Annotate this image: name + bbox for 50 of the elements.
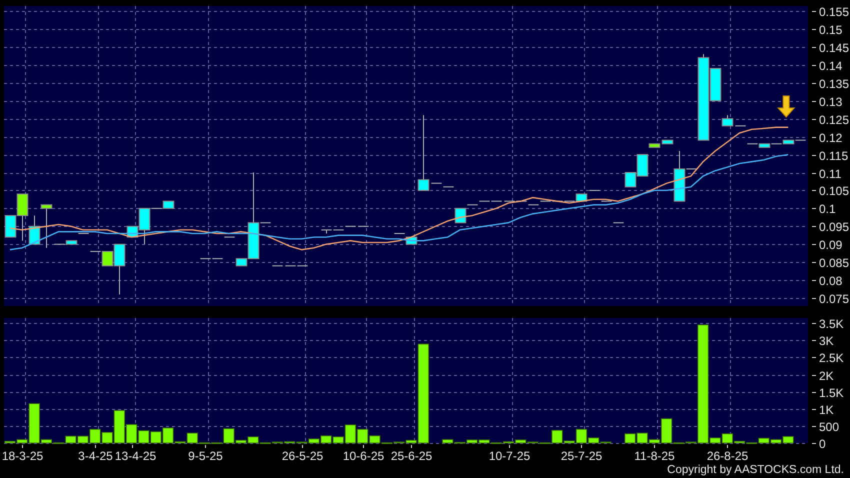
candlestick [78, 233, 90, 234]
candlestick [466, 204, 478, 206]
date-label: 25-7-25 [560, 449, 602, 462]
axis-label: 0.12 [819, 131, 842, 145]
axis-label: 0.085 [819, 256, 850, 270]
axis-label: 0.095 [819, 220, 850, 234]
arrow-down-icon [777, 96, 796, 118]
axis-label: 0.08 [819, 274, 842, 288]
axis-label: 3.5K [819, 317, 844, 331]
date-label: 13-4-25 [114, 449, 156, 462]
date-label: 3-4-25 [78, 449, 113, 462]
date-label: 11-8-25 [634, 449, 675, 462]
date-label: 26-8-25 [706, 449, 748, 462]
date-label: 10-6-25 [342, 449, 384, 462]
axis-label: 0.14 [819, 59, 842, 73]
candlestick [454, 208, 466, 224]
date-label: 10-7-25 [488, 449, 530, 462]
candlestick [612, 222, 624, 224]
date-label: 9-5-25 [188, 449, 223, 462]
candlestick [588, 190, 600, 191]
axis-label: 2.5K [819, 351, 844, 365]
axis-label: 0.105 [819, 184, 850, 198]
axis-label: 1K [819, 403, 834, 417]
candlestick [528, 204, 540, 206]
candlestick [442, 186, 454, 188]
date-label: 18-3-25 [2, 449, 44, 462]
volume-bar [150, 431, 162, 444]
axis-label: 0.115 [819, 149, 848, 163]
axis-label: 1.5K [819, 386, 844, 400]
candlestick [224, 236, 236, 238]
axis-label: 0.075 [819, 292, 850, 306]
axis-label: 0.09 [819, 238, 842, 252]
axis-label: 500 [819, 420, 840, 434]
volume-bar [624, 433, 636, 444]
axis-label: 0.135 [819, 77, 850, 91]
date-label: 25-6-25 [390, 449, 432, 462]
axis-label: 0 [819, 437, 826, 451]
candlestick [600, 200, 612, 202]
axis-label: 0.15 [819, 23, 842, 37]
date-label: 26-5-25 [282, 449, 324, 462]
axis-label: 0.155 [819, 5, 850, 19]
axis-label: 0.13 [819, 95, 842, 109]
axis-label: 0.11 [819, 167, 842, 181]
axis-label: 0.145 [819, 41, 850, 55]
candlestick [394, 233, 406, 234]
axis-label: 2K [819, 369, 834, 383]
axis-label: 0.1 [819, 202, 836, 216]
axis-label: 3K [819, 334, 834, 348]
copyright-text: Copyright by AASTOCKS.com Ltd. [667, 463, 845, 478]
axis-label: 0.125 [819, 113, 850, 127]
